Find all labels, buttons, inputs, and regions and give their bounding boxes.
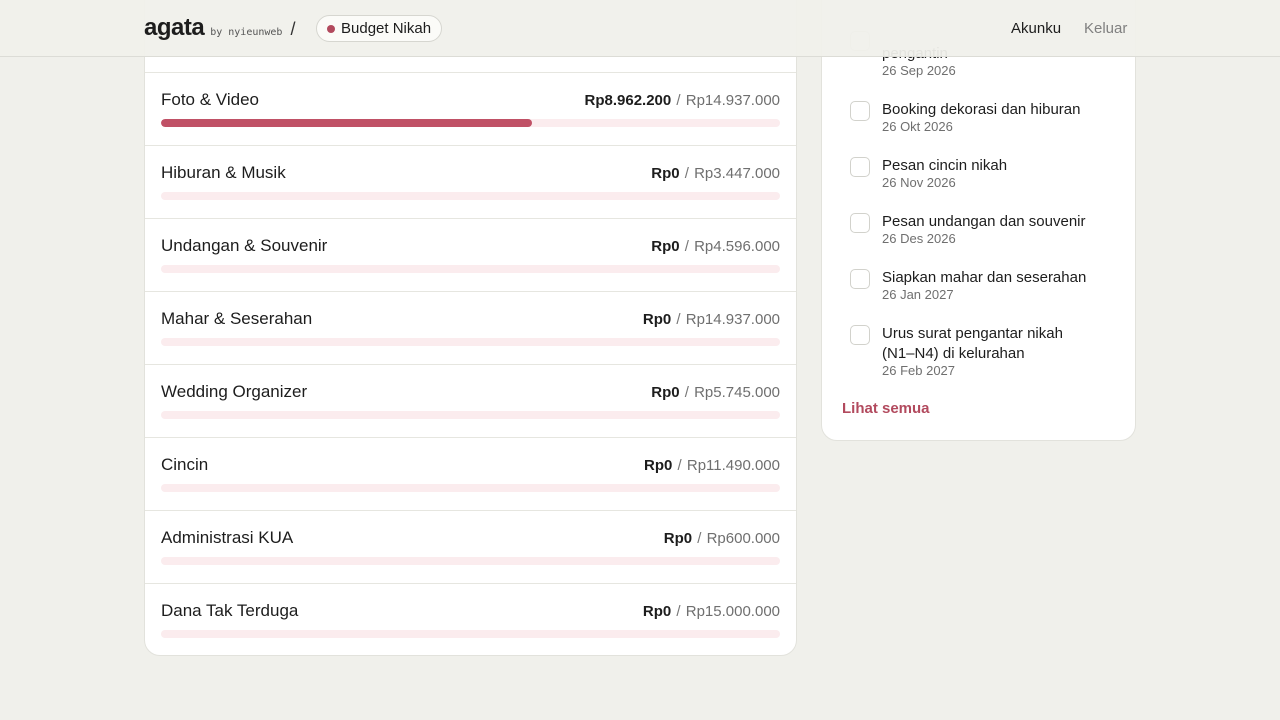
budget-progress-track [161,192,780,200]
budget-amounts: Rp0 / Rp14.937.000 [643,311,780,328]
budget-progress-track [161,630,780,638]
category-name: Mahar & Seserahan [161,309,313,328]
app-switcher-pill[interactable]: Budget Nikah [316,15,443,42]
logo[interactable]: agata [144,14,205,42]
budget-total: Rp11.490.000 [686,457,780,474]
spent-amount: Rp0 [642,311,672,328]
task-date: 26 Okt 2026 [882,119,953,134]
budget-total: Rp15.000.000 [685,603,780,620]
task-checkbox[interactable] [850,157,870,177]
amount-separator: / [676,92,681,109]
breadcrumb-separator: / [290,19,296,39]
budget-amounts: Rp0 / Rp5.745.000 [651,384,780,401]
brand-byline: by nyieunweb [210,27,283,38]
budget-progress-track [161,265,780,273]
task-checkbox[interactable] [850,269,870,289]
spent-amount: Rp0 [651,238,680,255]
task-checkbox[interactable] [850,101,870,121]
budget-progress-track [161,338,780,346]
budget-amounts: Rp0 / Rp15.000.000 [643,603,780,620]
amount-separator: / [684,238,689,255]
amount-separator: / [684,384,689,401]
task-title: Pesan cincin nikah [882,157,1008,174]
category-name: Hiburan & Musik [161,163,286,182]
budget-row[interactable]: Wedding Organizer Rp0 / Rp5.745.000 [145,364,796,437]
budget-row[interactable]: Foto & Video Rp8.962.200 / Rp14.937.000 [145,72,796,145]
task-title: Pesan undangan dan souvenir [882,213,1086,230]
see-all-link[interactable]: Lihat semua [842,400,930,417]
budget-progress-track [161,411,780,419]
spent-amount: Rp0 [651,165,680,182]
spent-amount: Rp0 [644,457,673,474]
logout-link[interactable]: Keluar [1084,20,1127,37]
category-name: Cincin [161,455,209,474]
budget-progress-fill [161,119,533,127]
budget-total: Rp14.937.000 [685,92,780,109]
budget-amounts: Rp0 / Rp600.000 [664,530,780,547]
task-title: Siapkan mahar dan seserahan [882,269,1087,286]
budget-total: Rp4.596.000 [694,238,780,255]
budget-row[interactable]: Mahar & Seserahan Rp0 / Rp14.937.000 [145,291,796,364]
budget-progress-track [161,557,780,565]
task-title: Booking dekorasi dan hiburan [882,101,1081,118]
task-checkbox[interactable] [850,325,870,345]
top-navbar: agata by nyieunweb / Budget Nikah Akunku… [0,0,1280,57]
category-name: Undangan & Souvenir [161,236,328,255]
budget-amounts: Rp0 / Rp3.447.000 [651,165,780,182]
task-date: 26 Feb 2027 [882,363,956,378]
checklist-card: pengantin 26 Sep 2026 Booking dekorasi d… [821,0,1136,441]
task-checkbox[interactable] [850,213,870,233]
spent-amount: Rp0 [651,384,680,401]
task-title: Urus surat pengantar nikah (N1–N4) di ke… [882,325,1063,362]
category-name: Administrasi KUA [161,528,294,547]
budget-row[interactable]: Cincin Rp0 / Rp11.490.000 [145,437,796,510]
budget-amounts: Rp8.962.200 / Rp14.937.000 [585,92,781,109]
task-date: 26 Des 2026 [882,231,956,246]
spent-amount: Rp0 [663,530,693,547]
account-link[interactable]: Akunku [1011,20,1061,37]
budget-total: Rp14.937.000 [685,311,780,328]
amount-separator: / [676,311,681,328]
task-date: 26 Nov 2026 [882,175,956,190]
budget-total: Rp3.447.000 [694,165,780,182]
budget-row[interactable]: Undangan & Souvenir Rp0 / Rp4.596.000 [145,218,796,291]
amount-separator: / [676,603,681,620]
amount-separator: / [677,457,682,474]
brand[interactable]: agata by nyieunweb / [144,14,303,42]
task-date: 26 Jan 2027 [882,287,954,302]
budget-row[interactable]: Administrasi KUA Rp0 / Rp600.000 [145,510,796,583]
budget-total: Rp5.745.000 [694,384,780,401]
budget-total: Rp600.000 [706,530,780,547]
budget-progress-track [161,119,780,127]
amount-separator: / [684,165,689,182]
budget-amounts: Rp0 / Rp11.490.000 [644,457,780,474]
budget-progress-track [161,484,780,492]
task-date: 26 Sep 2026 [882,63,956,78]
spent-amount: Rp0 [642,603,672,620]
budget-amounts: Rp0 / Rp4.596.000 [651,238,780,255]
app-name: Budget Nikah [341,20,432,37]
budget-category-card: Foto & Video Rp8.962.200 / Rp14.937.000 … [144,0,797,656]
amount-separator: / [697,530,702,547]
budget-row[interactable]: Hiburan & Musik Rp0 / Rp3.447.000 [145,145,796,218]
category-name: Dana Tak Terduga [161,601,299,620]
spent-amount: Rp8.962.200 [584,92,672,109]
category-name: Wedding Organizer [161,382,308,401]
budget-row[interactable]: Dana Tak Terduga Rp0 / Rp15.000.000 [145,583,796,655]
dot-icon [327,24,335,33]
category-name: Foto & Video [161,90,259,109]
